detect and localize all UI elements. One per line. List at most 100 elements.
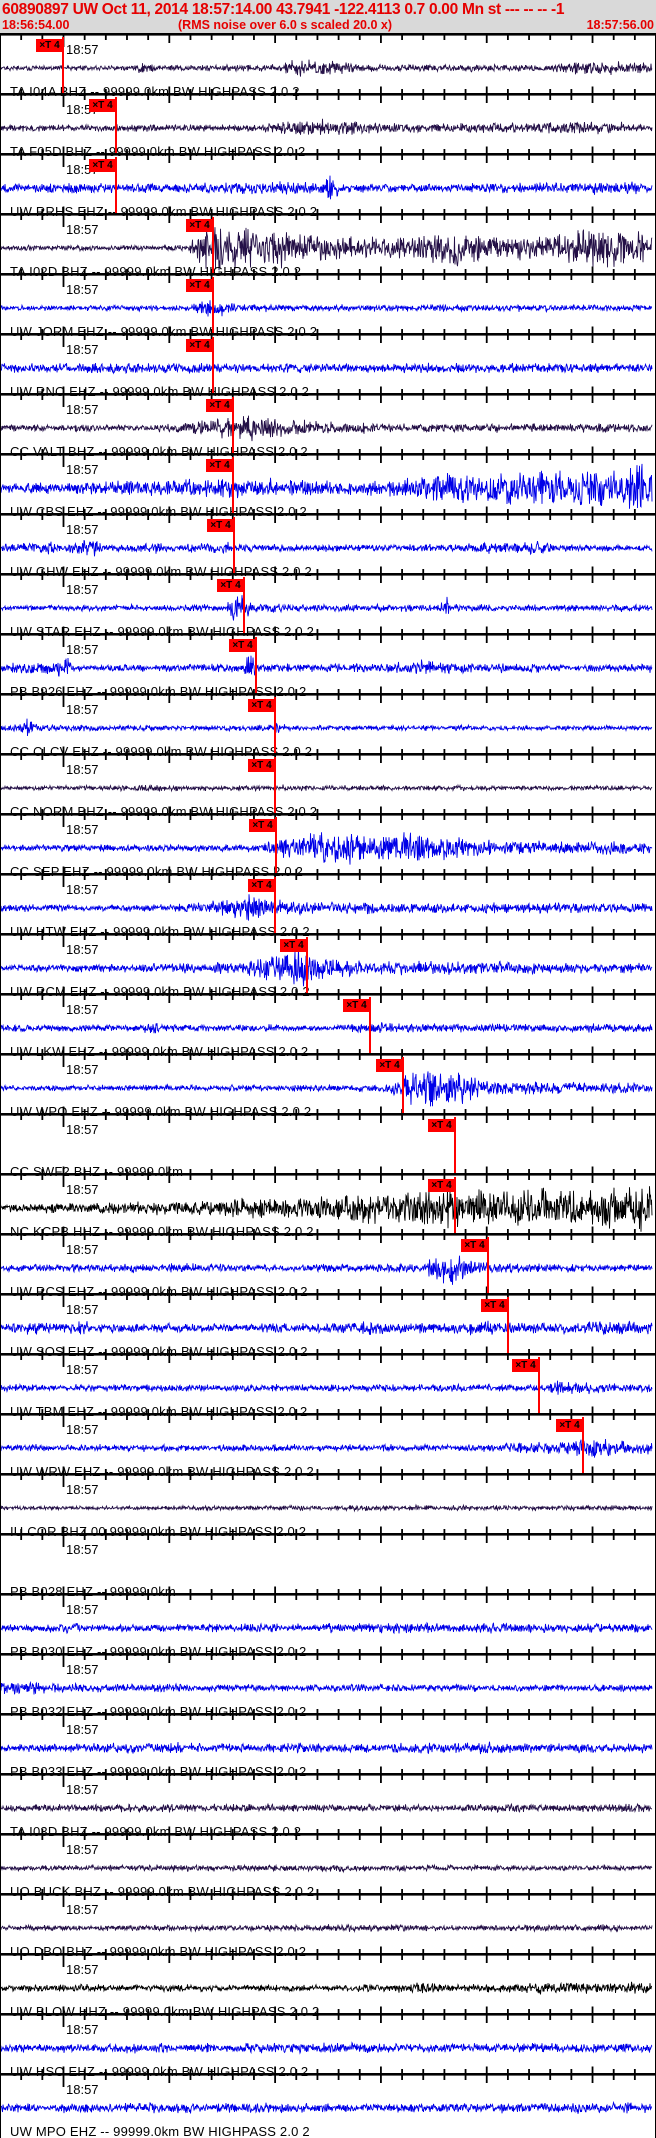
phase-marker[interactable]: ×T 4	[512, 1359, 539, 1372]
station-label: PB B033 EHZ -- 99999.0km BW HIGHPASS 2.0…	[10, 1764, 307, 1779]
minute-label: 18:57	[66, 582, 99, 597]
minute-label: 18:57	[66, 1362, 99, 1377]
phase-marker[interactable]: ×T 4	[428, 1179, 455, 1192]
station-label: IU COR BHZ 00 99999.0km BW HIGHPASS 2.0 …	[10, 1524, 307, 1539]
station-label: UW WRW EHZ -- 99999.0km BW HIGHPASS 2.0 …	[10, 1464, 314, 1479]
trace-row-19: 18:57 CC SWF2 BHZ -- 99999.0km ×T 4	[0, 1113, 656, 1179]
trace-row-34: 18:57 UW HSO EHZ -- 99999.0km BW HIGHPASS…	[0, 2013, 656, 2079]
station-label: UW GHW EHZ -- 99999.0km BW HIGHPASS 2.0 …	[10, 564, 312, 579]
minute-label: 18:57	[66, 762, 99, 777]
trace-row-9: 18:57 UW GHW EHZ -- 99999.0km BW HIGHPASS…	[0, 513, 656, 579]
station-label: TA I04A BHZ -- 99999.0km BW HIGHPASS 2.0…	[10, 84, 300, 99]
phase-marker[interactable]: ×T 4	[229, 639, 256, 652]
waveform-trace	[0, 1320, 653, 1336]
phase-marker[interactable]: ×T 4	[217, 579, 244, 592]
phase-marker[interactable]: ×T 4	[461, 1239, 488, 1252]
window-end-time: 18:57:56.00	[586, 18, 654, 32]
station-label: CC NORM BHZ -- 99999.0km BW HIGHPASS 2.0…	[10, 804, 318, 819]
trace-row-26: 18:57 PB B028 EHZ -- 99999.0km	[0, 1533, 656, 1599]
phase-marker[interactable]: ×T 4	[89, 159, 116, 172]
waveform-trace	[0, 1380, 653, 1395]
station-label: UO DBO BHZ -- 99999.0km BW HIGHPASS 2.0 …	[10, 1944, 307, 1959]
station-label: UW RRHS EHZ -- 99999.0km BW HIGHPASS 2.0…	[10, 204, 318, 219]
trace-row-16: 18:57 UW RCM EHZ -- 99999.0km BW HIGHPASS…	[0, 933, 656, 999]
minute-label: 18:57	[66, 1842, 99, 1857]
phase-marker[interactable]: ×T 4	[186, 279, 213, 292]
station-label: CC CLCV EHZ -- 99999.0km BW HIGHPASS 2.0…	[10, 744, 313, 759]
minute-label: 18:57	[66, 282, 99, 297]
station-label: UW RCM EHZ -- 99999.0km BW HIGHPASS 2.0 …	[10, 984, 310, 999]
phase-marker[interactable]: ×T 4	[249, 819, 276, 832]
phase-marker[interactable]: ×T 4	[206, 459, 233, 472]
station-label: PB B030 EHZ -- 99999.0km BW HIGHPASS 2.0…	[10, 1644, 307, 1659]
station-label: TA I02D BHZ -- 99999.0km BW HIGHPASS 2.0…	[10, 264, 302, 279]
phase-marker[interactable]: ×T 4	[428, 1119, 455, 1132]
station-label: UW SOS EHZ -- 99999.0km BW HIGHPASS 2.0 …	[10, 1344, 308, 1359]
phase-marker[interactable]: ×T 4	[89, 99, 116, 112]
trace-row-5: 18:57 UW JORM EHZ -- 99999.0km BW HIGHPAS…	[0, 273, 656, 339]
station-label: UO BUCK BHZ -- 99999.0km BW HIGHPASS 2.0…	[10, 1884, 315, 1899]
phase-marker[interactable]: ×T 4	[481, 1299, 508, 1312]
phase-marker[interactable]: ×T 4	[248, 699, 275, 712]
station-label: PB B926 EHZ -- 99999.0km BW HIGHPASS 2.0…	[10, 684, 307, 699]
waveform-trace	[0, 894, 653, 921]
station-label: UW RCS EHZ -- 99999.0km BW HIGHPASS 2.0 …	[10, 1284, 308, 1299]
trace-row-14: 18:57 CC SEP EHZ -- 99999.0km BW HIGHPASS…	[0, 813, 656, 879]
trace-row-28: 18:57 PB B032 EHZ -- 99999.0km BW HIGHPAS…	[0, 1653, 656, 1719]
station-label: UW STAR EHZ -- 99999.0km BW HIGHPASS 2.0…	[10, 624, 315, 639]
waveform-trace	[0, 1255, 653, 1285]
trace-row-10: 18:57 UW STAR EHZ -- 99999.0km BW HIGHPAS…	[0, 573, 656, 639]
phase-marker[interactable]: ×T 4	[186, 339, 213, 352]
minute-label: 18:57	[66, 522, 99, 537]
seismic-waveform-viewer: 60890897 UW Oct 11, 2014 18:57:14.00 43.…	[0, 0, 656, 2138]
trace-row-31: 18:57 UO BUCK BHZ -- 99999.0km BW HIGHPAS…	[0, 1833, 656, 1899]
minute-label: 18:57	[66, 1122, 99, 1137]
phase-marker[interactable]: ×T 4	[207, 519, 234, 532]
minute-label: 18:57	[66, 642, 99, 657]
phase-marker[interactable]: ×T 4	[376, 1059, 403, 1072]
phase-marker[interactable]: ×T 4	[280, 939, 307, 952]
phase-marker[interactable]: ×T 4	[206, 399, 233, 412]
trace-row-27: 18:57 PB B030 EHZ -- 99999.0km BW HIGHPAS…	[0, 1593, 656, 1659]
station-label: CC VALT BHZ -- 99999.0km BW HIGHPASS 2.0…	[10, 444, 308, 459]
waveform-trace	[0, 175, 653, 200]
phase-marker[interactable]: ×T 4	[248, 879, 275, 892]
phase-marker[interactable]: ×T 4	[36, 39, 63, 52]
waveform-trace	[0, 655, 653, 677]
station-label: UW JORM EHZ -- 99999.0km BW HIGHPASS 2.0…	[10, 324, 318, 339]
trace-row-6: 18:57 UW RNO EHZ -- 99999.0km BW HIGHPASS…	[0, 333, 656, 399]
station-label: NC KCPB HHZ -- 99999.0km BW HIGHPASS 2.0…	[10, 1224, 314, 1239]
minute-label: 18:57	[66, 342, 99, 357]
phase-marker[interactable]: ×T 4	[556, 1419, 583, 1432]
minute-label: 18:57	[66, 42, 99, 57]
trace-row-18: 18:57 UW WPO EHZ -- 99999.0km BW HIGHPASS…	[0, 1053, 656, 1119]
minute-label: 18:57	[66, 1002, 99, 1017]
trace-row-21: 18:57 UW RCS EHZ -- 99999.0km BW HIGHPASS…	[0, 1233, 656, 1299]
phase-marker[interactable]: ×T 4	[186, 219, 213, 232]
minute-label: 18:57	[66, 1902, 99, 1917]
station-label: UW HSO EHZ -- 99999.0km BW HIGHPASS 2.0 …	[10, 2064, 309, 2079]
phase-marker[interactable]: ×T 4	[248, 759, 275, 772]
waveform-trace	[0, 540, 653, 557]
minute-label: 18:57	[66, 702, 99, 717]
minute-label: 18:57	[66, 1182, 99, 1197]
rms-scaling-note: (RMS noise over 6.0 s scaled 20.0 x)	[178, 18, 392, 32]
waveform-trace	[0, 595, 653, 621]
waveform-trace	[0, 1802, 653, 1814]
waveform-trace	[0, 1863, 653, 1874]
minute-label: 18:57	[66, 2082, 99, 2097]
station-label: UW BLOW HHZ -- 99999.0km BW HIGHPASS 2.0…	[10, 2004, 320, 2019]
trace-row-2: 18:57 TA F05D BHZ -- 99999.0km BW HIGHPAS…	[0, 93, 656, 159]
window-start-time: 18:56:54.00	[2, 18, 70, 32]
station-label: CC SEP EHZ -- 99999.0km BW HIGHPASS 2.0 …	[10, 864, 304, 879]
minute-label: 18:57	[66, 1482, 99, 1497]
minute-label: 18:57	[66, 2022, 99, 2037]
waveform-trace	[0, 832, 653, 865]
waveform-trace	[0, 1503, 653, 1513]
minute-label: 18:57	[66, 942, 99, 957]
minute-label: 18:57	[66, 1302, 99, 1317]
trace-row-23: 18:57 UW TBM EHZ -- 99999.0km BW HIGHPASS…	[0, 1353, 656, 1419]
waveform-trace	[0, 1923, 653, 1933]
waveform-trace	[0, 415, 653, 442]
phase-marker[interactable]: ×T 4	[343, 999, 370, 1012]
